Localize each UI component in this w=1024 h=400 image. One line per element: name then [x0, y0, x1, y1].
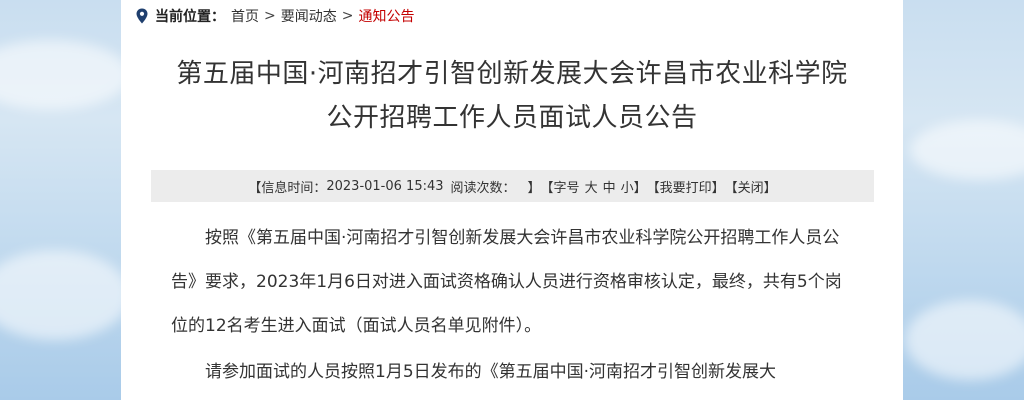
close-button[interactable]: 【关闭】: [725, 177, 777, 196]
breadcrumb-section-link[interactable]: 要闻动态: [281, 6, 337, 26]
article-paragraph: 请参加面试的人员按照1月5日发布的《第五届中国·河南招才引智创新发展大: [205, 362, 777, 382]
font-size-medium-button[interactable]: 中: [603, 177, 616, 196]
article-body: 按照《第五届中国·河南招才引智创新发展大会许昌市农业科学院公开招聘工作人员公告》…: [171, 216, 851, 396]
meta-views-close: 】: [527, 180, 541, 196]
meta-font-size-label: 【字号: [540, 180, 580, 196]
article-title-line: 公开招聘工作人员面试人员公告: [326, 103, 698, 133]
breadcrumb-label: 当前位置：: [155, 9, 225, 25]
article-meta-bar: 【信息时间： 2023-01-06 15:43 阅读次数： 】 【字号 大 中 …: [151, 170, 874, 202]
background-cloud: [910, 120, 1024, 180]
location-pin-icon: [136, 8, 148, 24]
background-cloud: [0, 40, 130, 110]
background-cloud: [905, 300, 1024, 380]
breadcrumb-home-link[interactable]: 首页: [231, 6, 259, 26]
breadcrumb: 当前位置： 首页 > 要闻动态 > 通知公告: [135, 4, 414, 28]
article-paragraph: 按照《第五届中国·河南招才引智创新发展大会许昌市农业科学院公开招聘工作人员公告》…: [171, 228, 842, 336]
breadcrumb-separator: >: [341, 8, 354, 24]
font-size-large-button[interactable]: 大: [585, 177, 598, 196]
print-button[interactable]: 【我要打印】: [647, 177, 725, 196]
meta-datetime: 2023-01-06 15:43: [326, 178, 444, 194]
meta-info-prefix: 【信息时间：: [248, 180, 327, 196]
background-cloud: [0, 250, 130, 340]
meta-views-label: 阅读次数：: [450, 180, 516, 196]
breadcrumb-current-link[interactable]: 通知公告: [358, 6, 414, 26]
article-page: 当前位置： 首页 > 要闻动态 > 通知公告 第五届中国·河南招才引智创新发展大…: [121, 0, 903, 400]
breadcrumb-separator: >: [264, 8, 276, 24]
article-title: 第五届中国·河南招才引智创新发展大会许昌市农业科学院 公开招聘工作人员面试人员公…: [121, 52, 903, 140]
article-title-line: 第五届中国·河南招才引智创新发展大会许昌市农业科学院: [176, 59, 848, 89]
font-size-small-button[interactable]: 小】: [621, 177, 647, 196]
